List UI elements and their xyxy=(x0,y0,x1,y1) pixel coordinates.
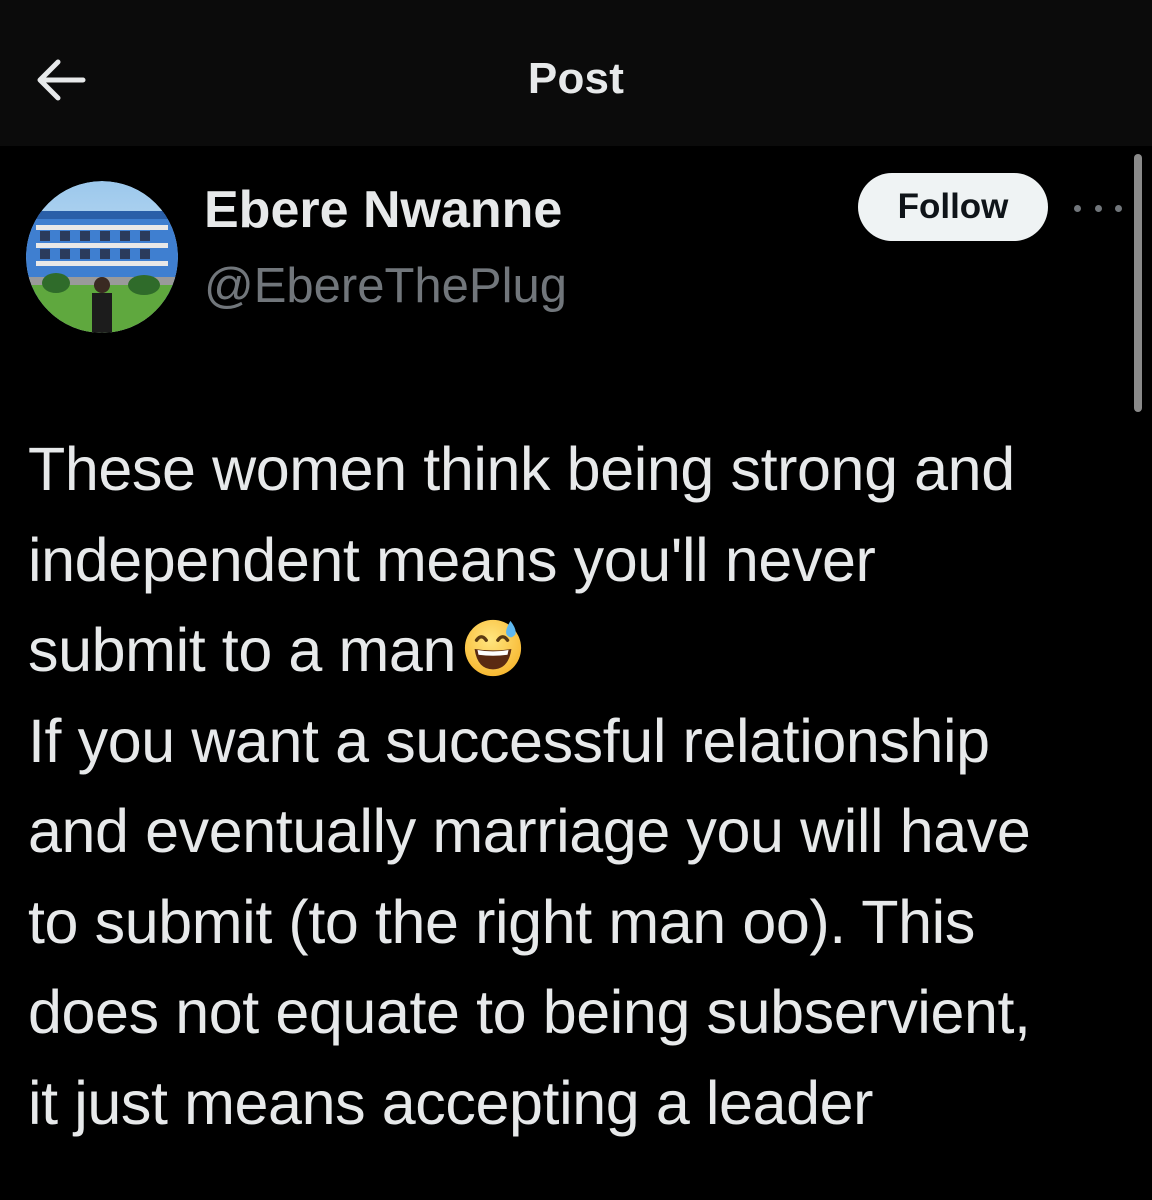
post-text-line: submit to a man xyxy=(28,605,1138,696)
avatar[interactable] xyxy=(26,181,178,333)
top-navigation-bar: Post xyxy=(0,0,1152,146)
post-text-line: to submit (to the right man oo). This xyxy=(28,887,975,956)
follow-button[interactable]: Follow xyxy=(858,173,1048,241)
more-horizontal-icon xyxy=(1115,204,1122,212)
scrollbar[interactable] xyxy=(1134,154,1142,412)
author-handle[interactable]: @EbereThePlug xyxy=(204,258,567,314)
grinning-sweat-emoji-icon xyxy=(464,619,522,677)
post-text-line: independent means you'll never xyxy=(28,525,876,594)
avatar-photo xyxy=(26,181,178,333)
post-text-line: and eventually marriage you will have xyxy=(28,797,1031,865)
post-text-line: These women think being strong and xyxy=(28,435,1015,503)
more-horizontal-icon xyxy=(1094,204,1102,212)
post-text-line: If you want a successful relationship xyxy=(28,706,990,775)
more-horizontal-icon xyxy=(1074,204,1081,212)
post-text: These women think being strong and indep… xyxy=(28,424,1138,1148)
page-title: Post xyxy=(527,54,625,103)
more-options-button[interactable] xyxy=(1074,196,1122,220)
author-display-name[interactable]: Ebere Nwanne xyxy=(204,180,562,240)
post-text-line: does not equate to being subservient, xyxy=(28,978,1031,1046)
post-text-line: it just means accepting a leader xyxy=(28,1068,874,1137)
post-text-segment: submit to a man xyxy=(28,616,456,684)
